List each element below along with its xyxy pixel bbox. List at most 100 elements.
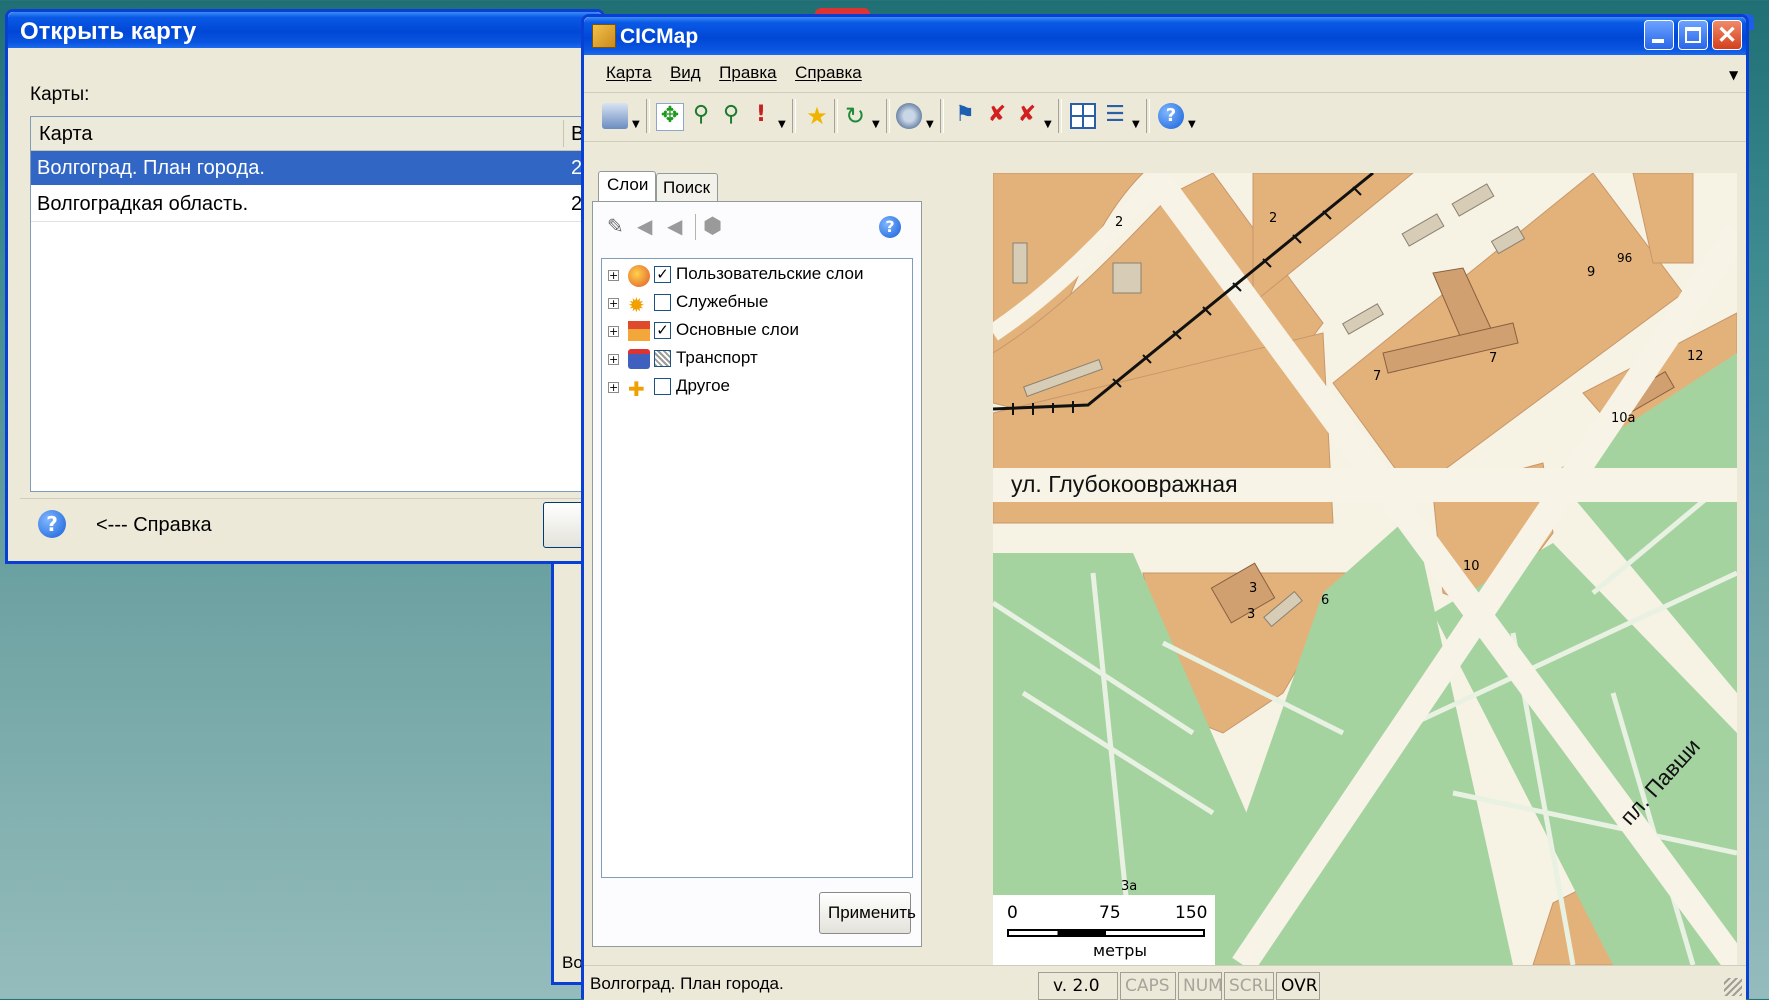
status-num: NUM <box>1178 972 1223 1000</box>
list-item[interactable]: + ✓ Основные слои <box>602 319 910 345</box>
status-scrl: SCRL <box>1224 972 1274 1000</box>
list-item[interactable]: + ✹ Служебные <box>602 291 910 317</box>
layer-down-icon[interactable]: ◀ <box>667 214 691 238</box>
menu-help[interactable]: Справка <box>795 63 862 83</box>
layer-checkbox[interactable] <box>654 350 671 367</box>
chevron-down-icon[interactable]: ▼ <box>926 119 934 130</box>
toolbar-separator <box>834 99 838 133</box>
open-map-dialog: Открыть карту Карты: Карта Ве Волгоград.… <box>5 9 625 564</box>
apply-button-label: Применить <box>828 903 916 922</box>
other-layers-icon: ✚ <box>628 377 645 401</box>
object-clear-icon[interactable]: ✘ <box>1014 103 1040 129</box>
list-item[interactable]: + Транспорт <box>602 347 910 373</box>
expand-icon[interactable]: + <box>608 326 619 337</box>
layer-remove-icon[interactable]: ⬢ <box>703 214 727 239</box>
help-link[interactable]: <--- Справка <box>96 514 212 537</box>
house-number: 3 <box>1249 581 1258 596</box>
base-layers-icon <box>628 321 650 341</box>
maximize-icon <box>1685 27 1701 43</box>
house-number: 2 <box>1115 215 1124 230</box>
scale-tick-label: 75 <box>1099 903 1121 923</box>
chevron-down-icon[interactable]: ▼ <box>632 119 640 130</box>
house-number: 12 <box>1687 349 1704 364</box>
menu-edit[interactable]: Правка <box>719 63 776 83</box>
layer-label: Пользовательские слои <box>676 264 864 283</box>
layer-checkbox[interactable]: ✓ <box>654 266 671 283</box>
status-caps: CAPS <box>1120 972 1176 1000</box>
object-select-icon[interactable]: ⚑ <box>952 103 978 129</box>
column-header-map[interactable]: Карта <box>39 123 93 146</box>
house-number: 10 <box>1463 559 1480 574</box>
layer-checkbox[interactable] <box>654 294 671 311</box>
layers-tree: + ✓ Пользовательские слои + ✹ Служебные … <box>601 258 913 878</box>
background-window-status: Во <box>562 953 583 972</box>
scale-bar-graphic <box>1007 929 1205 937</box>
tab-layers-label: Слои <box>607 175 649 194</box>
tab-search[interactable]: Поиск <box>656 173 718 201</box>
zoom-out-icon[interactable]: ⚲ <box>718 103 744 129</box>
list-icon[interactable]: ☰ <box>1102 103 1128 129</box>
layer-add-icon[interactable]: ✎ <box>607 214 631 238</box>
house-number: 10а <box>1611 411 1636 426</box>
favorite-icon[interactable]: ★ <box>804 103 830 129</box>
house-number: 96 <box>1617 251 1633 265</box>
dialog-bottom-divider <box>20 498 600 499</box>
chevron-down-icon[interactable]: ▼ <box>1132 119 1140 130</box>
maximize-button[interactable] <box>1678 20 1708 50</box>
help-icon[interactable]: ? <box>38 510 66 538</box>
chevron-down-icon[interactable]: ▼ <box>1188 119 1196 130</box>
transport-icon <box>628 349 650 369</box>
help-icon[interactable]: ? <box>1158 103 1184 129</box>
status-bar: Волгоград. План города. v. 2.0 CAPS NUM … <box>584 965 1746 1000</box>
menu-map[interactable]: Карта <box>606 63 652 83</box>
scale-tick-label: 150 <box>1175 903 1208 923</box>
minimize-button[interactable] <box>1644 20 1674 50</box>
zoom-in-icon[interactable]: ⚲ <box>688 103 714 129</box>
grid-icon[interactable] <box>1070 103 1096 129</box>
menu-view[interactable]: Вид <box>670 63 701 83</box>
building <box>1451 183 1495 217</box>
layers-select-icon[interactable] <box>896 103 922 129</box>
toolbar-separator <box>1058 99 1062 133</box>
map-view[interactable]: ул. Глубокоовражная пл. Павши 2 2 9 96 7… <box>993 173 1737 965</box>
chevron-down-icon[interactable]: ▼ <box>1044 119 1052 130</box>
list-item[interactable]: + ✚ Другое <box>602 375 910 401</box>
close-button[interactable]: ✕ <box>1712 20 1742 50</box>
tab-layers[interactable]: Слои <box>598 171 656 201</box>
maps-label: Карты: <box>30 84 90 105</box>
window-title: CICMap <box>620 25 699 48</box>
layer-checkbox[interactable]: ✓ <box>654 322 671 339</box>
refresh-icon[interactable]: ↻ <box>842 103 868 129</box>
list-item[interactable]: + ✓ Пользовательские слои <box>602 263 910 289</box>
layers-help-icon[interactable]: ? <box>879 216 901 238</box>
expand-icon[interactable]: + <box>608 354 619 365</box>
info-icon[interactable]: ! <box>748 103 774 129</box>
house-number: 9 <box>1587 265 1596 280</box>
expand-icon[interactable]: + <box>608 270 619 281</box>
map-name-cell: Волгоград. План города. <box>37 157 265 179</box>
building-block <box>1252 173 1414 305</box>
building <box>1401 213 1445 247</box>
pan-icon[interactable]: ✥ <box>656 103 684 131</box>
scale-tick-label: 0 <box>1007 903 1018 923</box>
resize-grip-icon[interactable] <box>1724 978 1742 996</box>
expand-icon[interactable]: + <box>608 382 619 393</box>
menu-overflow-icon[interactable]: ▼ <box>1729 68 1738 82</box>
chevron-down-icon[interactable]: ▼ <box>778 119 786 130</box>
left-panel: Слои Поиск ✎ ◀ ◀ ⬢ ? + ✓ Пользовательски… <box>588 143 928 963</box>
chevron-down-icon[interactable]: ▼ <box>872 119 880 130</box>
apply-button[interactable]: Применить <box>819 892 916 934</box>
status-version: v. 2.0 <box>1038 972 1118 1000</box>
app-icon <box>592 24 616 48</box>
toolbar-separator <box>792 99 796 133</box>
object-delete-icon[interactable]: ✘ <box>984 103 1010 129</box>
scale-bar: 0 75 150 метры <box>993 895 1215 965</box>
table-row[interactable]: Волгоградкая область. 2. <box>31 187 611 222</box>
toolbar-separator <box>886 99 890 133</box>
table-row[interactable]: Волгоград. План города. 2. <box>31 151 611 185</box>
layer-checkbox[interactable] <box>654 378 671 395</box>
print-icon[interactable] <box>602 103 628 129</box>
building <box>1012 242 1028 284</box>
layer-up-icon[interactable]: ◀ <box>637 214 661 238</box>
expand-icon[interactable]: + <box>608 298 619 309</box>
